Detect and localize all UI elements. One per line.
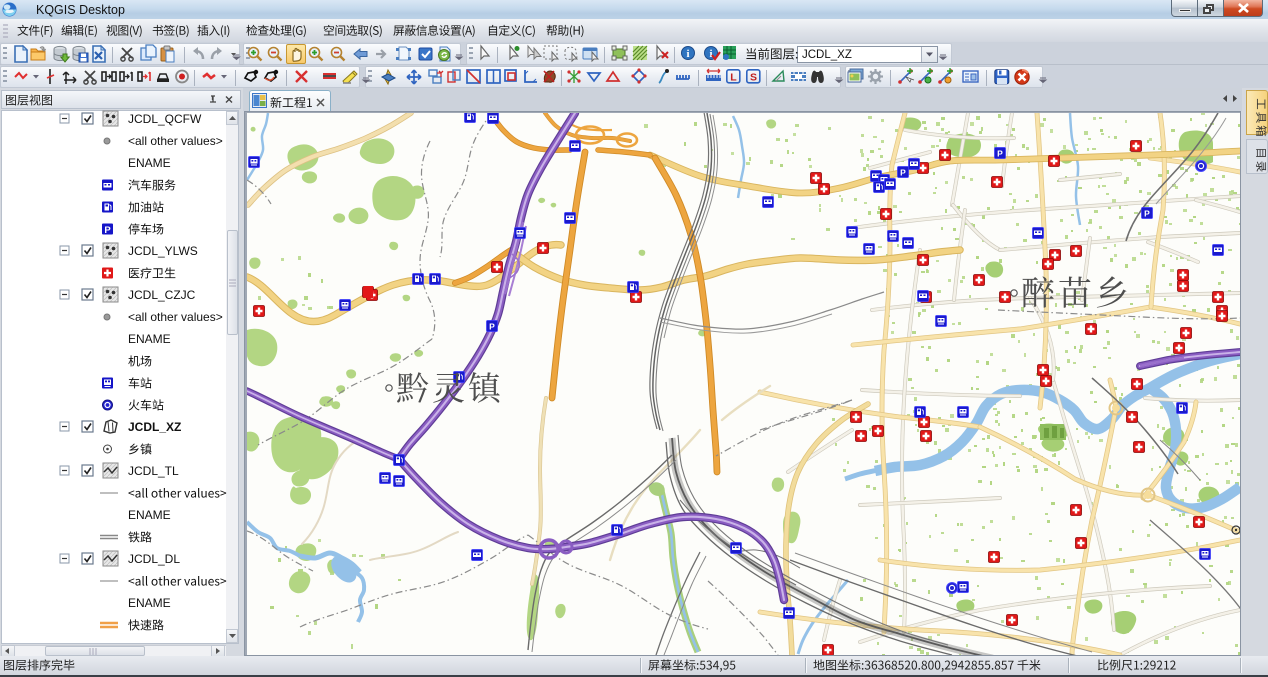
svg-text:P: P — [900, 168, 906, 178]
svg-text:P: P — [489, 322, 495, 332]
svg-text:P: P — [997, 149, 1003, 159]
svg-text:P: P — [1144, 209, 1150, 219]
